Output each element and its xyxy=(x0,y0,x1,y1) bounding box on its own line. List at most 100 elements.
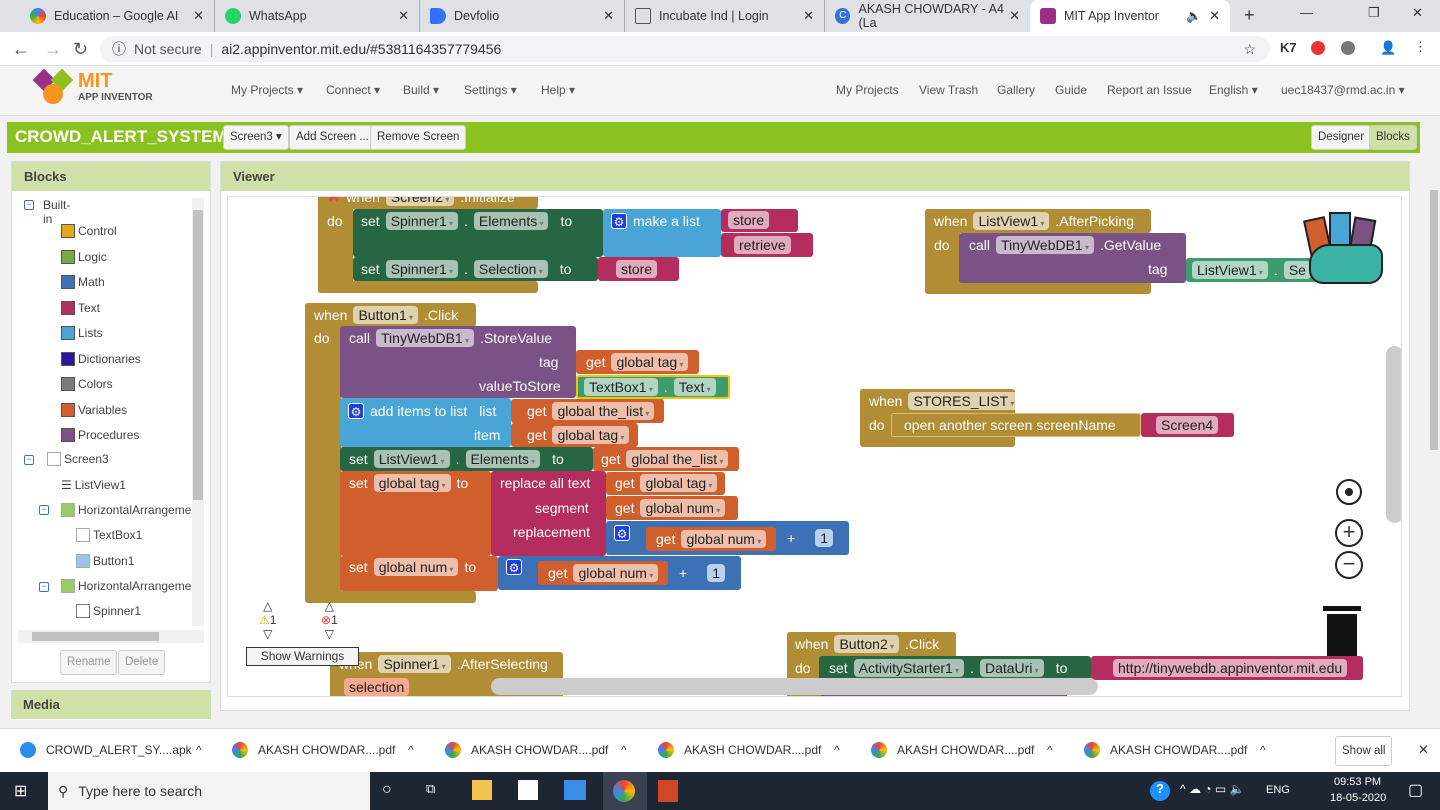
menu-my-projects[interactable]: My Projects ▾ xyxy=(231,83,303,97)
collapse-icon[interactable]: − xyxy=(24,455,34,465)
chevron-up-icon[interactable]: ^ xyxy=(408,743,414,757)
block-label[interactable]: http://tinywebdb.appinventor.mit.edu xyxy=(1113,659,1348,677)
designer-button[interactable]: Designer xyxy=(1311,125,1372,150)
tree-built-in[interactable]: Built-in xyxy=(43,198,70,226)
store-icon[interactable] xyxy=(518,780,538,800)
chevron-up-icon[interactable]: ^ xyxy=(834,743,840,757)
chevron-up-icon[interactable]: ^ xyxy=(1260,743,1266,757)
file-explorer-icon[interactable] xyxy=(472,780,492,800)
collapse-icon[interactable]: − xyxy=(39,582,49,592)
show-warnings-button[interactable]: Show Warnings xyxy=(246,647,359,666)
close-window-icon[interactable]: ✕ xyxy=(1412,5,1423,21)
tab-akash[interactable]: C AKASH CHOWDARY - A4 (La ✕ xyxy=(825,0,1030,32)
tab-devfolio[interactable]: Devfolio ✕ xyxy=(420,0,625,32)
url-input[interactable]: ⓘ Not secure | ai2.appinventor.mit.edu/#5… xyxy=(100,36,1270,62)
close-tab-icon[interactable]: ✕ xyxy=(193,8,204,24)
category-dictionaries[interactable]: Dictionaries xyxy=(61,351,141,366)
bookmark-star-icon[interactable]: ☆ xyxy=(1243,41,1256,58)
block-label[interactable]: global num xyxy=(373,558,459,576)
gear-icon[interactable]: ⚙ xyxy=(348,403,364,419)
block-label[interactable]: global tag xyxy=(552,426,630,444)
menu-settings[interactable]: Settings ▾ xyxy=(464,83,517,97)
chrome-menu-icon[interactable]: ⋮ xyxy=(1414,39,1427,55)
taskbar-search-input[interactable]: ⚲ Type here to search xyxy=(48,772,370,810)
page-scrollbar[interactable] xyxy=(1428,160,1440,730)
tree-vertical-scrollbar[interactable] xyxy=(192,198,204,626)
center-target-icon[interactable] xyxy=(1336,479,1362,505)
notifications-icon[interactable]: ▢ xyxy=(1408,780,1423,800)
tree-spinner1[interactable]: Spinner1 xyxy=(76,604,141,618)
block-label[interactable]: TinyWebDB1 xyxy=(376,329,474,347)
gear-icon[interactable]: ⚙ xyxy=(506,559,522,575)
block-label[interactable]: Button1 xyxy=(353,306,418,324)
block-label[interactable]: Button2 xyxy=(834,635,899,653)
tree-horizontalarrangement2[interactable]: HorizontalArrangemen xyxy=(61,579,198,593)
app-inventor-logo[interactable] xyxy=(32,68,74,106)
menu-help[interactable]: Help ▾ xyxy=(541,83,575,97)
close-downloads-icon[interactable]: ✕ xyxy=(1418,742,1429,758)
category-control[interactable]: Control xyxy=(61,224,117,238)
download-item[interactable]: AKASH CHOWDAR....pdf ^ xyxy=(658,733,840,767)
block-label[interactable]: STORES_LIST xyxy=(908,392,1020,410)
maximize-icon[interactable]: ❐ xyxy=(1368,5,1380,21)
task-view-icon[interactable]: ⧉ xyxy=(426,781,435,797)
link-report-issue[interactable]: Report an Issue xyxy=(1107,83,1192,97)
forward-icon[interactable]: → xyxy=(44,39,62,60)
block-label[interactable]: Text xyxy=(673,378,716,396)
chevron-up-icon[interactable]: ^ xyxy=(1047,743,1053,757)
clock-time[interactable]: 09:53 PM xyxy=(1334,776,1381,788)
block-label[interactable]: store xyxy=(616,260,658,278)
block-label[interactable]: Spinner1 xyxy=(385,212,458,230)
category-math[interactable]: Math xyxy=(61,275,105,289)
block-label[interactable]: global tag xyxy=(373,474,451,492)
cortana-icon[interactable]: ○ xyxy=(382,781,392,799)
blocks-workspace[interactable]: ✖ when Screen2 .Initialize do set Spinner1. E… xyxy=(227,196,1402,697)
block-label[interactable]: global tag xyxy=(611,353,689,371)
download-item[interactable]: AKASH CHOWDAR....pdf ^ xyxy=(871,733,1053,767)
gear-icon[interactable]: ⚙ xyxy=(611,213,627,229)
language-select[interactable]: English ▾ xyxy=(1209,83,1258,97)
show-all-button[interactable]: Show all xyxy=(1335,736,1393,766)
workspace-vertical-scrollbar[interactable] xyxy=(1386,346,1401,523)
delete-button[interactable]: Delete xyxy=(118,650,166,675)
block-label[interactable]: global the_list xyxy=(626,450,729,468)
warnings-indicator[interactable]: △ ⚠1 ▽ xyxy=(259,599,276,641)
language-indicator[interactable]: ENG xyxy=(1266,784,1290,796)
rename-button[interactable]: Rename xyxy=(60,650,118,675)
block-label[interactable]: ListView1 xyxy=(1192,261,1268,279)
back-icon[interactable]: ← xyxy=(12,39,30,60)
chevron-up-icon[interactable]: ^ xyxy=(196,743,202,757)
block-label[interactable]: Screen2 xyxy=(385,197,455,206)
workspace-horizontal-scrollbar[interactable] xyxy=(491,678,1098,695)
category-text[interactable]: Text xyxy=(61,300,100,315)
block-label[interactable]: Spinner1 xyxy=(378,655,451,673)
collapse-icon[interactable]: − xyxy=(24,200,34,210)
close-tab-icon[interactable]: ✕ xyxy=(803,8,814,24)
gear-icon[interactable]: ⚙ xyxy=(614,525,630,541)
block-label[interactable]: global num xyxy=(573,564,659,582)
block-label[interactable]: ListView1 xyxy=(373,450,450,468)
download-item[interactable]: AKASH CHOWDAR....pdf ^ xyxy=(1084,733,1266,767)
add-screen-button[interactable]: Add Screen ... xyxy=(289,125,376,150)
tree-button1[interactable]: Button1 xyxy=(76,554,134,568)
block-label[interactable]: selection xyxy=(344,678,410,696)
category-colors[interactable]: Colors xyxy=(61,377,113,391)
system-tray-icons[interactable]: ^ ☁ ◔ ▭ 🔈 xyxy=(1180,782,1245,796)
remove-screen-button[interactable]: Remove Screen xyxy=(370,125,467,150)
tree-textbox1[interactable]: TextBox1 xyxy=(76,528,142,542)
extension-icon[interactable] xyxy=(1311,41,1325,55)
block-label[interactable]: global num xyxy=(681,530,767,548)
powerpoint-icon[interactable] xyxy=(658,780,678,802)
account-menu[interactable]: uec18437@rmd.ac.in ▾ xyxy=(1281,83,1405,97)
block-label[interactable]: 1 xyxy=(707,564,725,582)
link-view-trash[interactable]: View Trash xyxy=(919,83,978,97)
block-label[interactable]: Elements xyxy=(473,212,549,230)
chrome-icon[interactable] xyxy=(613,780,635,802)
link-guide[interactable]: Guide xyxy=(1055,83,1087,97)
close-tab-icon[interactable]: ✕ xyxy=(398,8,409,24)
blocks-button[interactable]: Blocks xyxy=(1369,125,1417,150)
block-label[interactable]: Elements xyxy=(465,450,541,468)
tree-horizontal-scrollbar[interactable] xyxy=(18,630,204,643)
new-tab-icon[interactable]: + xyxy=(1244,5,1255,26)
tab-incubate[interactable]: Incubate Ind | Login ✕ xyxy=(625,0,825,32)
